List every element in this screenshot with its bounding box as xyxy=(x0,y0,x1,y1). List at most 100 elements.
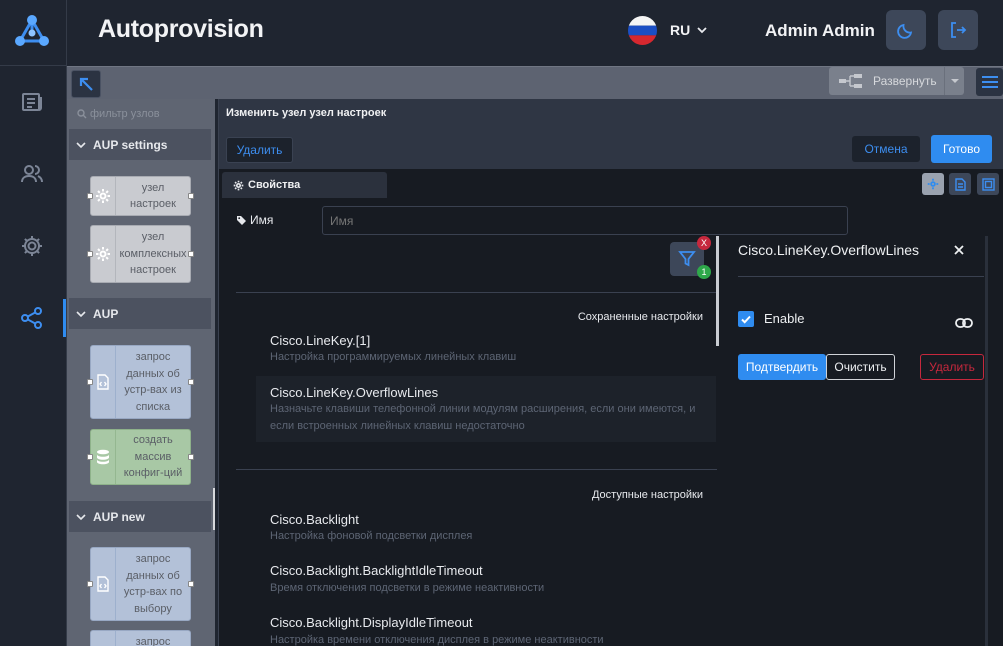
hamburger-icon xyxy=(981,76,998,88)
palette-node[interactable]: узел комплексных настроек xyxy=(87,225,194,283)
theme-toggle-button[interactable] xyxy=(886,10,926,50)
detail-confirm-button[interactable]: Подтвердить xyxy=(738,354,826,380)
palette-node-label: узел настроек xyxy=(130,181,176,211)
arrow-up-left-icon xyxy=(79,77,93,91)
tag-icon xyxy=(237,215,246,225)
editor-delete-button[interactable]: Удалить xyxy=(226,137,293,163)
detail-scrollbar[interactable] xyxy=(985,236,988,646)
palette-node-label: запрос данных об устр-вах по выбору xyxy=(123,553,183,615)
category-label: AUP new xyxy=(93,509,145,524)
expand-label: Развернуть xyxy=(873,74,937,88)
link-button[interactable] xyxy=(955,316,973,330)
category-label: AUP xyxy=(93,306,119,321)
category-aup[interactable]: AUP xyxy=(69,298,211,329)
properties-tab-label: Свойства xyxy=(248,179,301,191)
palette-node-label: запрос xyxy=(135,636,171,646)
category-aup-settings[interactable]: AUP settings xyxy=(69,129,211,160)
detail-clear-button[interactable]: Очистить xyxy=(826,354,895,380)
available-setting-desc: Настройка времени отключения дисплея в р… xyxy=(270,634,604,646)
rail-item-documents[interactable] xyxy=(19,89,45,115)
users-icon xyxy=(21,165,43,183)
logout-button[interactable] xyxy=(938,10,978,50)
palette-node[interactable]: создать массив конфиг-ций xyxy=(87,429,194,485)
gear-icon xyxy=(927,178,939,190)
properties-tab[interactable]: Свойства xyxy=(222,172,387,198)
name-input[interactable] xyxy=(322,206,848,235)
section-divider xyxy=(236,469,717,470)
file-code-icon xyxy=(97,374,109,390)
section-divider xyxy=(236,292,717,293)
saved-setting-name[interactable]: Cisco.LineKey.OverflowLines xyxy=(270,385,438,400)
available-setting-desc: Время отключения подсветки в режиме неак… xyxy=(270,582,545,594)
language-code: RU xyxy=(670,22,691,38)
category-label: AUP settings xyxy=(93,137,168,152)
palette-node-label: запрос данных об устр-вах из списка xyxy=(124,351,182,413)
saved-setting-name[interactable]: Cisco.LineKey.[1] xyxy=(270,333,370,348)
filter-clear-badge[interactable]: X xyxy=(697,236,711,250)
palette-scrollbar[interactable] xyxy=(213,488,215,530)
name-label: Имя xyxy=(250,213,274,227)
search-icon xyxy=(77,109,87,119)
moon-icon xyxy=(897,23,913,39)
checkmark-icon xyxy=(741,315,751,324)
palette-node-label: создать массив конфиг-ций xyxy=(123,434,183,480)
chevron-down-icon xyxy=(76,513,86,520)
rail-item-users[interactable] xyxy=(19,161,45,187)
editor-title: Изменить узел узел настроек xyxy=(226,107,387,119)
tab-appearance-icon[interactable] xyxy=(977,173,999,195)
category-aup-new[interactable]: AUP new xyxy=(69,501,211,532)
language-switcher[interactable]: RU xyxy=(627,14,712,46)
editor-cancel-label: Отмена xyxy=(864,142,908,156)
detail-confirm-label: Подтвердить xyxy=(745,360,819,374)
gear-icon xyxy=(233,180,244,190)
palette-node[interactable]: запрос xyxy=(90,630,191,646)
available-setting-desc: Настройка фоновой подсветки дисплея xyxy=(270,530,473,542)
available-setting-name[interactable]: Cisco.Backlight.DisplayIdleTimeout xyxy=(270,615,473,630)
editor-delete-label: Удалить xyxy=(236,143,283,157)
chevron-down-icon xyxy=(697,27,707,34)
object-group-icon xyxy=(981,177,995,191)
available-setting-name[interactable]: Cisco.Backlight.BacklightIdleTimeout xyxy=(270,563,483,578)
logo-icon xyxy=(15,15,49,46)
editor-done-label: Готово xyxy=(942,142,981,156)
rail-item-settings[interactable] xyxy=(19,233,45,259)
palette-node[interactable]: запрос данных об устр-вах по выбору xyxy=(87,547,194,621)
collapse-palette-button[interactable] xyxy=(71,70,101,98)
link-icon xyxy=(955,318,973,328)
expand-dropdown[interactable] xyxy=(944,67,964,95)
menu-button[interactable] xyxy=(976,68,1003,96)
saved-settings-heading: Сохраненные настройки xyxy=(577,311,703,323)
logout-icon xyxy=(951,22,967,38)
file-code-icon xyxy=(97,576,109,592)
palette-filter-input[interactable]: фильтр узлов xyxy=(68,101,214,127)
editor-cancel-button[interactable]: Отмена xyxy=(852,136,920,162)
expand-button[interactable]: Развернуть xyxy=(829,67,964,95)
rail-divider xyxy=(0,65,67,66)
settings-list-scrollbar[interactable] xyxy=(716,236,719,346)
russia-flag-icon xyxy=(627,15,658,45)
app-logo[interactable] xyxy=(14,14,50,48)
chevron-down-icon xyxy=(76,141,86,148)
user-name: Admin Admin xyxy=(765,21,875,40)
gear-icon xyxy=(96,189,110,203)
available-settings-heading: Доступные настройки xyxy=(591,489,703,501)
enable-checkbox[interactable] xyxy=(738,311,754,327)
tree-structure-icon xyxy=(839,74,862,88)
database-icon xyxy=(97,449,109,465)
detail-close-button[interactable] xyxy=(951,242,967,258)
document-icon xyxy=(954,177,966,191)
palette-node[interactable]: запрос данных об устр-вах из списка xyxy=(87,345,194,419)
rail-item-flows[interactable] xyxy=(19,305,45,331)
detail-delete-button[interactable]: Удалить xyxy=(920,354,984,380)
editor-done-button[interactable]: Готово xyxy=(931,135,992,163)
name-label-row: Имя xyxy=(236,213,273,227)
filter-icon xyxy=(678,251,696,267)
gear-icon xyxy=(96,247,110,261)
caret-down-icon xyxy=(950,79,959,83)
tab-description-icon[interactable] xyxy=(949,173,971,195)
chevron-down-icon xyxy=(76,310,86,317)
palette-node-label: узел комплексных настроек xyxy=(119,231,187,277)
palette-node[interactable]: узел настроек xyxy=(87,176,194,216)
tab-settings-icon[interactable] xyxy=(922,173,944,195)
available-setting-name[interactable]: Cisco.Backlight xyxy=(270,512,359,527)
